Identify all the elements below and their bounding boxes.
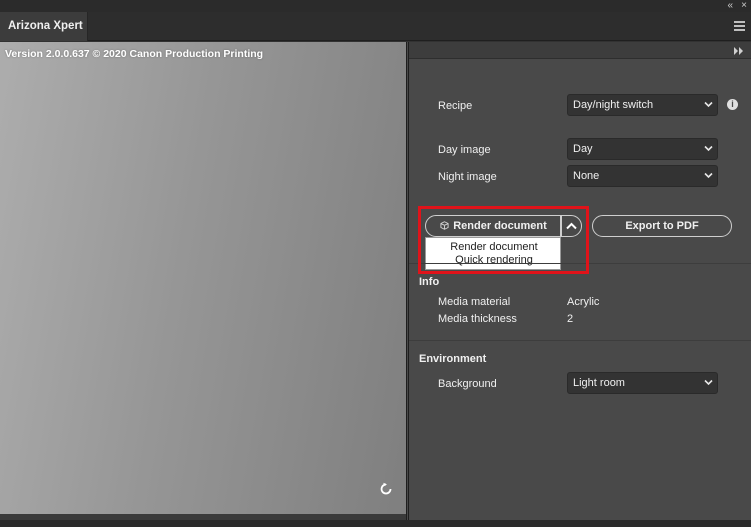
window-bottom-strip [0,520,751,527]
highlight-box [418,206,589,274]
chevron-down-icon [704,379,713,386]
media-material-label: Media material [438,296,511,308]
chevron-down-icon [704,101,713,108]
info-section-title: Info [419,276,440,288]
night-image-select[interactable]: None [567,165,718,187]
day-image-select[interactable]: Day [567,138,718,160]
preview-area: Version 2.0.0.637 © 2020 Canon Productio… [0,42,406,514]
info-icon[interactable]: i [727,99,738,110]
media-thickness-label: Media thickness [438,313,517,325]
close-icon[interactable]: × [741,0,747,12]
window-top-strip: « × [0,0,751,12]
refresh-icon[interactable] [379,482,393,496]
chevron-down-icon [704,145,713,152]
night-image-label: Night image [438,171,497,183]
environment-section-title: Environment [419,353,487,365]
media-material-value: Acrylic [567,296,600,308]
background-select[interactable]: Light room [567,372,718,394]
settings-header [409,42,751,59]
day-image-select-value: Day [573,143,593,155]
export-to-pdf-button[interactable]: Export to PDF [592,215,732,237]
tab-arizona-xpert[interactable]: Arizona Xpert [0,12,88,41]
recipe-select[interactable]: Day/night switch [567,94,718,116]
media-thickness-value: 2 [567,313,574,325]
tab-bar: Arizona Xpert [0,12,751,41]
night-image-select-value: None [573,170,600,182]
expand-icon[interactable] [734,47,744,55]
background-label: Background [438,378,497,390]
day-image-label: Day image [438,144,491,156]
recipe-select-value: Day/night switch [573,99,654,111]
collapse-panel-icon[interactable]: « [727,0,733,12]
panel-menu-icon[interactable] [734,21,745,31]
background-select-value: Light room [573,377,625,389]
settings-panel: Recipe Day/night switch i Day image Day … [409,42,751,520]
section-divider [409,340,751,341]
chevron-down-icon [704,172,713,179]
version-text: Version 2.0.0.637 © 2020 Canon Productio… [5,48,264,60]
recipe-label: Recipe [438,100,473,112]
